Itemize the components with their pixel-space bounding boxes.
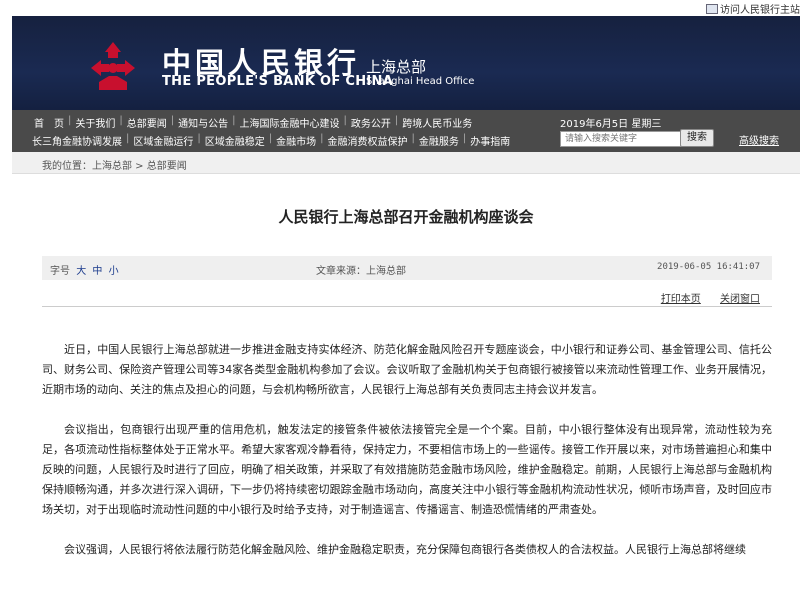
- nav-item[interactable]: 区域金融稳定: [201, 133, 269, 149]
- nav-item[interactable]: 通知与公告: [174, 115, 232, 131]
- nav-item[interactable]: 总部要闻: [123, 115, 171, 131]
- search-input[interactable]: [560, 131, 682, 147]
- breadcrumb-label: 我的位置：: [42, 161, 92, 172]
- advanced-search-link[interactable]: 高级搜索: [739, 132, 779, 147]
- branch-name-en: Shanghai Head Office: [366, 76, 475, 87]
- article-datetime: 2019-06-05 16:41:07: [657, 262, 760, 272]
- font-size-large[interactable]: 大: [76, 266, 86, 277]
- font-size-control: 字号 大 中 小: [50, 262, 119, 277]
- article-paragraph: 会议强调，人民银行将依法履行防范化解金融风险、维护金融稳定职责，充分保障包商银行…: [64, 543, 746, 556]
- visit-main-site-label: 访问人民银行主站: [720, 5, 800, 16]
- main-nav: 首 页 | 关于我们 | 总部要闻 | 通知与公告 | 上海国际金融中心建设 | 政务公开…: [12, 110, 800, 152]
- article-paragraph: 近日，中国人民银行上海总部就进一步推进金融支持实体经济、防范化解金融风险召开专题…: [42, 343, 772, 396]
- font-size-small[interactable]: 小: [109, 266, 119, 277]
- nav-item[interactable]: 跨境人民币业务: [398, 115, 476, 131]
- nav-item[interactable]: 金融消费权益保护: [324, 133, 412, 149]
- article-body: 近日，中国人民银行上海总部就进一步推进金融支持实体经济、防范化解金融风险召开专题…: [42, 340, 772, 580]
- article-source: 文章来源：上海总部: [316, 266, 406, 277]
- header-banner: 中国人民银行 THE PEOPLE'S BANK OF CHINA 上海总部 S…: [12, 16, 800, 110]
- nav-item[interactable]: 办事指南: [466, 133, 514, 149]
- search-button[interactable]: 搜索: [680, 129, 714, 147]
- close-window-link[interactable]: 关闭窗口: [720, 294, 760, 305]
- breadcrumb-sep: >: [132, 161, 147, 172]
- nav-item[interactable]: 金融服务: [415, 133, 463, 149]
- computer-icon: [706, 3, 718, 14]
- brand-name-en: THE PEOPLE'S BANK OF CHINA: [162, 74, 394, 89]
- current-date: 2019年6月5日 星期三: [560, 119, 662, 130]
- nav-item[interactable]: 区域金融运行: [129, 133, 197, 149]
- nav-item[interactable]: 上海国际金融中心建设: [236, 115, 344, 131]
- font-size-label: 字号: [50, 266, 70, 277]
- nav-item[interactable]: 金融市场: [272, 133, 320, 149]
- pboc-logo-icon[interactable]: [85, 38, 141, 94]
- nav-row-2: 长三角金融协调发展 | 区域金融运行 | 区域金融稳定 | 金融市场 | 金融消费权益保…: [28, 133, 514, 149]
- nav-item[interactable]: 长三角金融协调发展: [28, 133, 126, 149]
- nav-row-1: 首 页 | 关于我们 | 总部要闻 | 通知与公告 | 上海国际金融中心建设 | 政务公开…: [30, 115, 476, 131]
- top-bar: 访问人民银行主站: [0, 0, 800, 16]
- font-size-medium[interactable]: 中: [92, 266, 102, 277]
- print-page-link[interactable]: 打印本页: [661, 294, 701, 305]
- divider: [42, 306, 772, 307]
- nav-item[interactable]: 关于我们: [71, 115, 119, 131]
- visit-main-site-link[interactable]: 访问人民银行主站: [706, 1, 800, 16]
- nav-item[interactable]: 首 页: [30, 115, 68, 131]
- article-title: 人民银行上海总部召开金融机构座谈会: [278, 208, 534, 226]
- breadcrumb: 我的位置：上海总部 > 总部要闻: [12, 152, 800, 174]
- breadcrumb-item[interactable]: 总部要闻: [147, 161, 187, 172]
- article-actions: 打印本页 关闭窗口: [12, 290, 760, 305]
- branch-name-cn: 上海总部: [366, 58, 427, 76]
- article-paragraph: 会议指出，包商银行出现严重的信用危机，触发法定的接管条件被依法接管完全是一个个案…: [42, 423, 772, 516]
- article-meta: 字号 大 中 小 文章来源：上海总部 2019-06-05 16:41:07: [42, 256, 772, 280]
- breadcrumb-item[interactable]: 上海总部: [92, 161, 132, 172]
- nav-item[interactable]: 政务公开: [347, 115, 395, 131]
